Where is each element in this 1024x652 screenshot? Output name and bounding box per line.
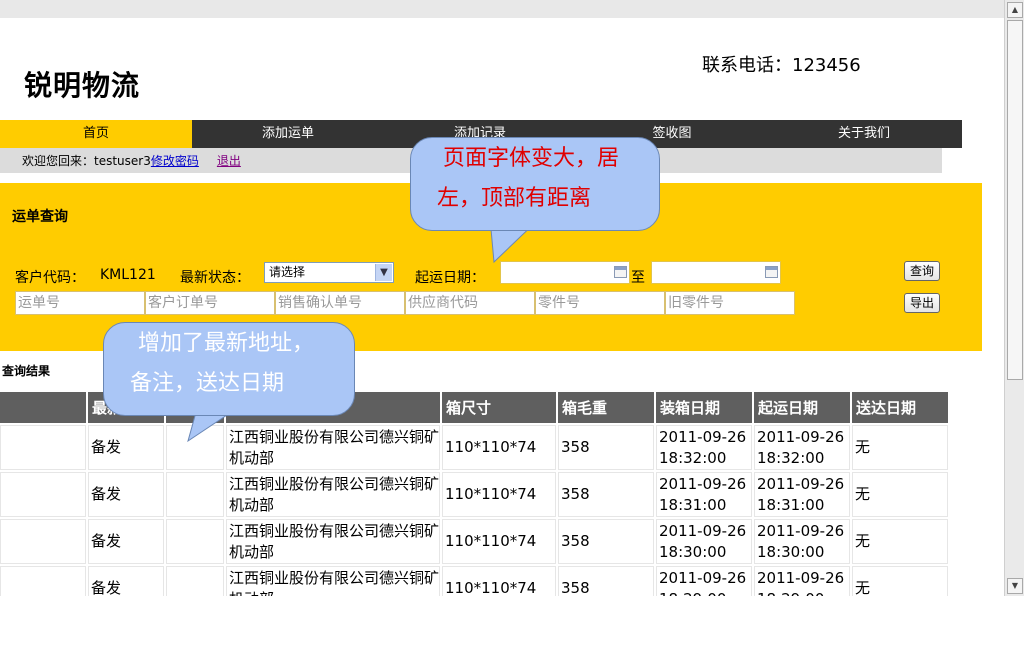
table-cell-packing-date: 2011-09-26 18:30:00 [656, 519, 752, 564]
callout-text-line: 备注，送达日期 [130, 371, 285, 396]
table-row[interactable]: 备发 江西铜业股份有限公司德兴铜矿机动部 110*110*74 358 2011… [0, 566, 948, 596]
table-cell-box-weight: 358 [558, 472, 654, 517]
table-cell-packing-date: 2011-09-26 18:32:00 [656, 425, 752, 470]
calendar-icon[interactable] [765, 266, 778, 278]
table-cell-box-size: 110*110*74 [442, 519, 556, 564]
table-cell-ship-date: 2011-09-26 18:29:00 [754, 566, 850, 596]
scroll-up-icon[interactable]: ▲ [1007, 2, 1023, 18]
callout-text-line: 页面字体变大，居 [443, 146, 620, 171]
contact-phone: 联系电话：123456 [702, 55, 861, 76]
column-header-delivery-date: 送达日期 [852, 392, 948, 423]
chevron-down-icon[interactable]: ▼ [375, 264, 392, 281]
callout-text-line: 增加了最新地址， [138, 331, 315, 356]
table-cell-address: 江西铜业股份有限公司德兴铜矿机动部 [226, 472, 440, 517]
table-cell-box-weight: 358 [558, 519, 654, 564]
callout-text-line: 左，顶部有距离 [437, 186, 592, 211]
scrollbar-thumb[interactable] [1007, 20, 1023, 380]
ship-date-label: 起运日期： [415, 270, 485, 286]
table-cell [0, 566, 86, 596]
site-title: 锐明物流 [24, 69, 141, 102]
table-cell-box-weight: 358 [558, 566, 654, 596]
table-cell [166, 566, 224, 596]
table-row[interactable]: 备发 江西铜业股份有限公司德兴铜矿机动部 110*110*74 358 2011… [0, 472, 948, 517]
query-fields-row: 运单号 客户订单号 销售确认单号 供应商代码 零件号 旧零件号 [15, 291, 795, 315]
status-label: 最新状态： [180, 270, 250, 286]
table-cell-ship-date: 2011-09-26 18:31:00 [754, 472, 850, 517]
supplier-code-field[interactable]: 供应商代码 [405, 291, 535, 315]
table-cell [0, 425, 86, 470]
scroll-down-icon[interactable]: ▼ [1007, 578, 1023, 594]
table-cell-box-size: 110*110*74 [442, 425, 556, 470]
date-range-to-label: 至 [631, 270, 645, 286]
table-cell-status: 备发 [88, 519, 164, 564]
vertical-scrollbar[interactable]: ▲ ▼ [1004, 0, 1024, 596]
table-cell-packing-date: 2011-09-26 18:31:00 [656, 472, 752, 517]
column-header [0, 392, 86, 423]
table-cell-packing-date: 2011-09-26 18:29:00 [656, 566, 752, 596]
annotation-callout-font: 页面字体变大，居 左，顶部有距离 [410, 137, 660, 231]
part-number-field[interactable]: 零件号 [535, 291, 665, 315]
results-title: 查询结果 [2, 364, 51, 378]
search-button[interactable]: 查询 [904, 261, 940, 281]
change-password-link[interactable]: 修改密码 [151, 154, 199, 168]
table-cell-box-size: 110*110*74 [442, 566, 556, 596]
table-cell-box-weight: 358 [558, 425, 654, 470]
table-cell [0, 519, 86, 564]
table-cell-box-size: 110*110*74 [442, 472, 556, 517]
table-cell-delivery-date: 无 [852, 425, 948, 470]
table-cell-status: 备发 [88, 566, 164, 596]
table-cell [166, 472, 224, 517]
nav-home[interactable]: 首页 [0, 120, 192, 148]
status-select[interactable]: 请选择 ▼ [264, 262, 394, 283]
table-cell-ship-date: 2011-09-26 18:30:00 [754, 519, 850, 564]
nav-about-us[interactable]: 关于我们 [768, 120, 960, 148]
results-table: 最新状态 箱尺寸 箱毛重 装箱日期 起运日期 送达日期 备发 江西铜业股份有限公… [0, 390, 950, 596]
annotation-callout-fields: 增加了最新地址， 备注，送达日期 [103, 322, 355, 416]
table-cell [0, 472, 86, 517]
table-cell-address: 江西铜业股份有限公司德兴铜矿机动部 [226, 566, 440, 596]
query-panel-title: 运单查询 [12, 209, 68, 225]
customer-code-label: 客户代码： [15, 270, 85, 286]
table-row[interactable]: 备发 江西铜业股份有限公司德兴铜矿机动部 110*110*74 358 2011… [0, 519, 948, 564]
calendar-icon[interactable] [614, 266, 627, 278]
sales-confirmation-field[interactable]: 销售确认单号 [275, 291, 405, 315]
table-cell-ship-date: 2011-09-26 18:32:00 [754, 425, 850, 470]
column-header-packing-date: 装箱日期 [656, 392, 752, 423]
table-cell-status: 备发 [88, 425, 164, 470]
column-header-box-size: 箱尺寸 [442, 392, 556, 423]
logout-link[interactable]: 退出 [217, 154, 241, 168]
waybill-number-field[interactable]: 运单号 [15, 291, 145, 315]
welcome-text: 欢迎您回来：testuser3 [22, 154, 151, 168]
top-strip [0, 0, 1004, 18]
column-header-ship-date: 起运日期 [754, 392, 850, 423]
export-button[interactable]: 导出 [904, 293, 940, 313]
table-row[interactable]: 备发 江西铜业股份有限公司德兴铜矿机动部 110*110*74 358 2011… [0, 425, 948, 470]
page-viewport: 锐明物流 联系电话：123456 首页 添加运单 添加记录 签收图 关于我们 欢… [0, 0, 1004, 596]
ship-date-to-input[interactable] [651, 261, 781, 284]
column-header-box-weight: 箱毛重 [558, 392, 654, 423]
table-cell-delivery-date: 无 [852, 519, 948, 564]
customer-order-field[interactable]: 客户订单号 [145, 291, 275, 315]
table-cell-status: 备发 [88, 472, 164, 517]
table-cell-delivery-date: 无 [852, 566, 948, 596]
status-selected-value: 请选择 [269, 265, 306, 279]
customer-code-value: KML121 [100, 267, 156, 283]
table-cell [166, 519, 224, 564]
table-cell-address: 江西铜业股份有限公司德兴铜矿机动部 [226, 519, 440, 564]
table-cell-delivery-date: 无 [852, 472, 948, 517]
old-part-number-field[interactable]: 旧零件号 [665, 291, 795, 315]
nav-add-waybill[interactable]: 添加运单 [192, 120, 384, 148]
